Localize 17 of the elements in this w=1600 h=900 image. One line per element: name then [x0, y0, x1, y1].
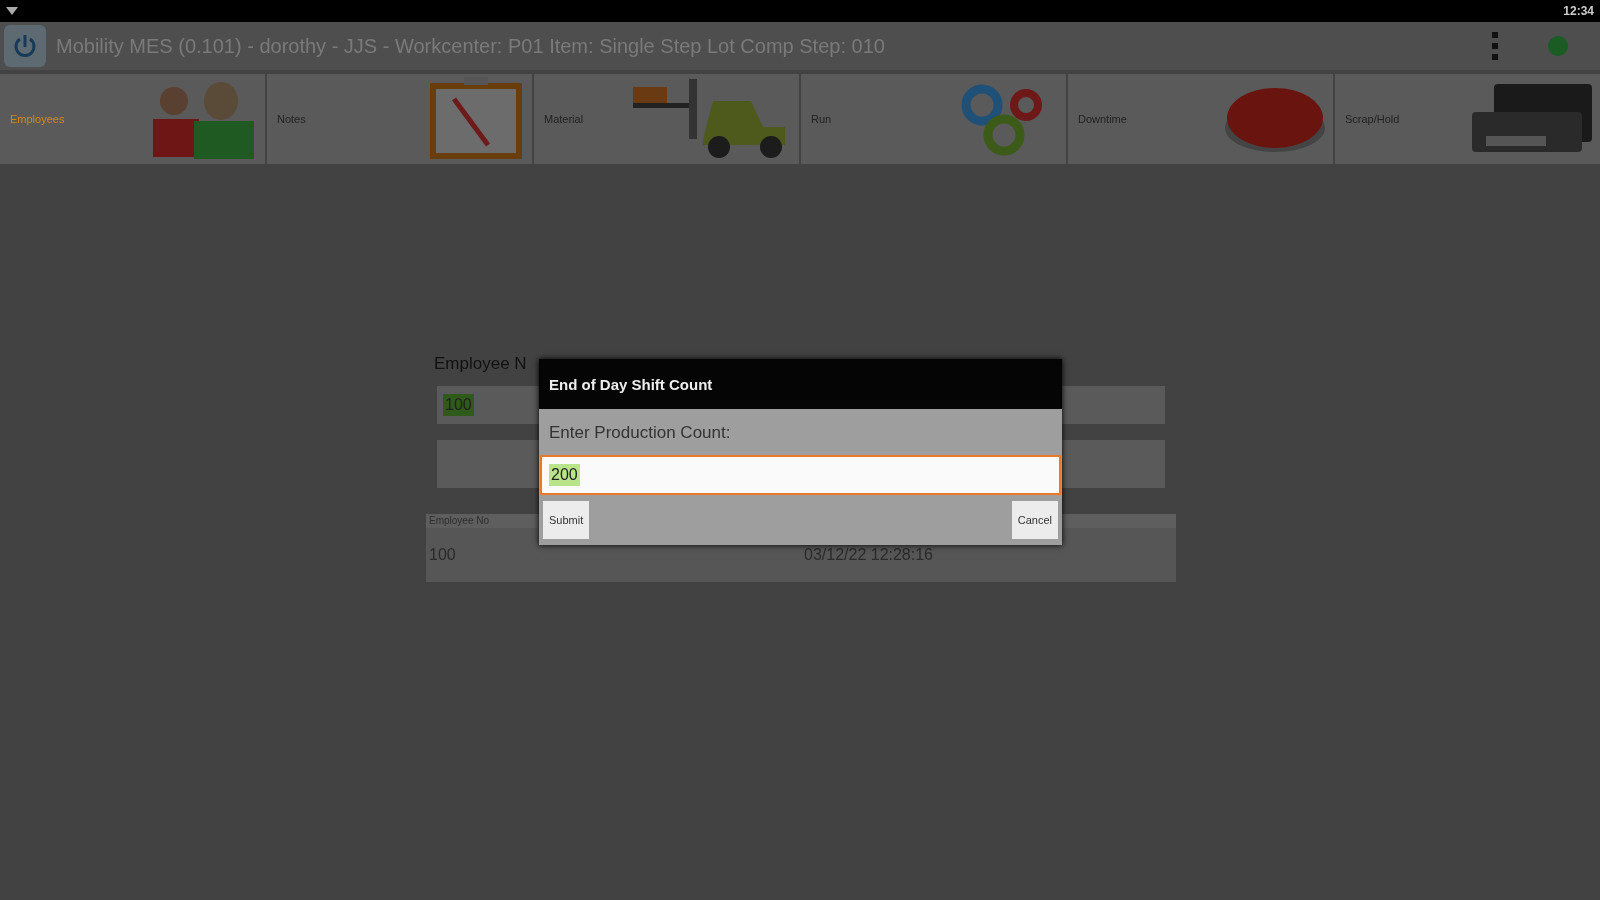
dialog-button[interactable]: Submit	[543, 501, 590, 539]
menu-tile[interactable]: Employees	[0, 74, 265, 164]
menu-tile[interactable]: Run	[801, 74, 1066, 164]
menu-tile[interactable]: Scrap/Hold	[1335, 74, 1600, 164]
count-input-field[interactable]: 200	[540, 455, 1061, 495]
prompt-label: Enter Production Count:	[549, 423, 731, 442]
app-logo-icon	[4, 25, 46, 67]
clock-time: 12:34	[1563, 4, 1594, 18]
menu-tile[interactable]: Downtime	[1068, 74, 1333, 164]
dialog-button[interactable]: Cancel	[1011, 501, 1058, 539]
status-indicator-icon	[1548, 36, 1568, 56]
menu-tile[interactable]: Notes	[267, 74, 532, 164]
notification-icon	[6, 7, 18, 15]
overflow-menu-icon[interactable]	[1492, 32, 1498, 60]
printer-icon	[1472, 84, 1594, 154]
dialog-title: End of Day Shift Count	[549, 375, 713, 393]
menu-tile[interactable]: Material	[534, 74, 799, 164]
